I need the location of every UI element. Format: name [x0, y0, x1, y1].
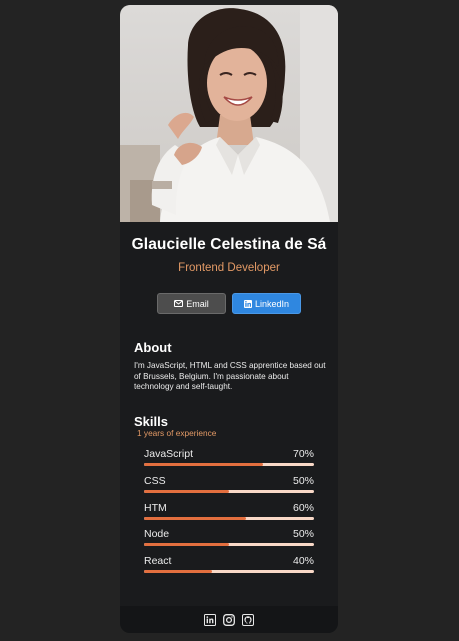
profile-card: Glaucielle Celestina de Sá Frontend Deve… — [120, 5, 338, 633]
about-text: I'm JavaScript, HTML and CSS apprentice … — [134, 361, 326, 392]
experience-text: 1 years of experience — [137, 428, 217, 438]
email-button-label: Email — [186, 298, 209, 309]
skill-name: HTM — [144, 502, 167, 514]
linkedin-button-label: LinkedIn — [254, 298, 290, 309]
skill-progress-bar — [144, 463, 314, 466]
skill-name: JavaScript — [144, 448, 194, 460]
skill-progress-bar — [144, 570, 314, 573]
skill-progress-fill — [144, 543, 229, 546]
profile-name: Glaucielle Celestina de Sá — [131, 236, 327, 253]
skills-heading: Skills — [134, 414, 168, 429]
skill-progress-bar — [144, 490, 314, 493]
skill-progress-fill — [144, 490, 229, 493]
github-icon[interactable] — [242, 613, 254, 626]
skill-item: Node 50% — [144, 528, 314, 552]
skill-progress-fill — [144, 570, 212, 573]
skill-progress-fill — [144, 463, 263, 466]
profile-role: Frontend Developer — [178, 262, 280, 274]
profile-photo — [120, 5, 338, 222]
linkedin-button[interactable]: LinkedIn — [232, 293, 301, 314]
skill-percent: 50% — [292, 528, 314, 540]
about-heading: About — [134, 340, 172, 355]
skill-percent: 60% — [292, 502, 314, 514]
skill-progress-bar — [144, 517, 314, 520]
skill-percent: 70% — [292, 448, 314, 460]
skill-item: React 40% — [144, 555, 314, 579]
skill-name: React — [144, 555, 172, 567]
instagram-icon[interactable] — [223, 613, 235, 626]
skill-item: HTM 60% — [144, 502, 314, 526]
social-footer — [120, 606, 338, 633]
skill-percent: 40% — [292, 555, 314, 567]
envelope-icon — [174, 300, 184, 307]
linkedin-icon — [243, 299, 252, 308]
skill-name: CSS — [144, 475, 166, 487]
skill-item: CSS 50% — [144, 475, 314, 499]
linkedin-icon[interactable] — [204, 613, 216, 626]
skill-item: JavaScript 70% — [144, 448, 314, 472]
email-button[interactable]: Email — [157, 293, 226, 314]
skill-progress-bar — [144, 543, 314, 546]
skill-percent: 50% — [292, 475, 314, 487]
skill-name: Node — [144, 528, 170, 540]
skill-progress-fill — [144, 517, 246, 520]
